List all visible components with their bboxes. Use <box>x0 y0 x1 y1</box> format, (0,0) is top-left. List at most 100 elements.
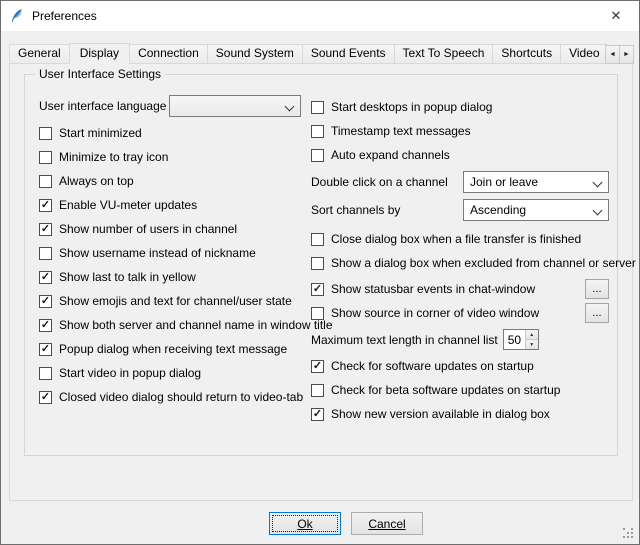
checkbox-enable-vu-meter[interactable]: Enable VU-meter updates <box>39 197 301 213</box>
checkbox-icon <box>311 101 324 114</box>
checkbox-icon <box>311 125 324 138</box>
tab-bar: General Display Connection Sound System … <box>9 43 607 64</box>
checkbox-icon <box>39 199 52 212</box>
dropdown-value: Ascending <box>470 203 526 217</box>
checkbox-server-channel-in-title[interactable]: Show both server and channel name in win… <box>39 317 301 333</box>
checkbox-label: Check for beta software updates on start… <box>331 383 560 397</box>
tab-text-to-speech[interactable]: Text To Speech <box>394 44 494 63</box>
checkbox-show-statusbar-events[interactable]: Show statusbar events in chat-window <box>311 281 535 297</box>
max-text-length-input[interactable]: 50 ▲ ▼ <box>503 329 539 350</box>
cancel-button[interactable]: Cancel <box>351 512 423 535</box>
checkbox-icon <box>39 127 52 140</box>
language-dropdown[interactable] <box>169 95 301 117</box>
checkbox-start-desktops-popup[interactable]: Start desktops in popup dialog <box>311 99 609 115</box>
checkbox-closed-video-return[interactable]: Closed video dialog should return to vid… <box>39 389 301 405</box>
spinbox-value: 50 <box>504 330 525 349</box>
checkbox-icon <box>39 319 52 332</box>
statusbar-events-config-button[interactable]: ... <box>585 279 609 299</box>
tab-video[interactable]: Video <box>560 44 607 63</box>
tab-general[interactable]: General <box>9 44 70 63</box>
tab-display[interactable]: Display <box>69 43 130 64</box>
checkbox-last-to-talk-yellow[interactable]: Show last to talk in yellow <box>39 269 301 285</box>
checkbox-icon <box>39 223 52 236</box>
chevron-down-icon <box>593 178 603 188</box>
checkbox-icon <box>39 271 52 284</box>
checkbox-label: Show last to talk in yellow <box>59 270 196 284</box>
checkbox-check-beta-updates[interactable]: Check for beta software updates on start… <box>311 382 609 398</box>
double-click-dropdown[interactable]: Join or leave <box>463 171 609 193</box>
sort-channels-dropdown[interactable]: Ascending <box>463 199 609 221</box>
checkbox-icon <box>311 233 324 246</box>
checkbox-label: Popup dialog when receiving text message <box>59 342 287 356</box>
tab-scroll-buttons: ◄ ► <box>605 45 634 64</box>
checkbox-start-minimized[interactable]: Start minimized <box>39 125 301 141</box>
spinbox-arrows: ▲ ▼ <box>525 330 538 349</box>
tab-scroll-left-button[interactable]: ◄ <box>605 45 620 64</box>
close-icon: ✕ <box>611 8 622 24</box>
checkbox-timestamp-messages[interactable]: Timestamp text messages <box>311 123 609 139</box>
scroll-right-icon: ► <box>623 51 630 58</box>
sort-channels-row: Sort channels by Ascending <box>311 199 609 221</box>
statusbar-events-row: Show statusbar events in chat-window ... <box>311 279 609 299</box>
video-source-config-button[interactable]: ... <box>585 303 609 323</box>
tab-scroll-right-button[interactable]: ► <box>619 45 634 64</box>
checkbox-icon <box>311 408 324 421</box>
checkbox-show-user-count[interactable]: Show number of users in channel <box>39 221 301 237</box>
checkbox-label: Show number of users in channel <box>59 222 237 236</box>
ok-button[interactable]: Ok <box>269 512 341 535</box>
scroll-left-icon: ◄ <box>609 51 616 58</box>
close-button[interactable]: ✕ <box>593 1 639 31</box>
checkbox-icon <box>311 360 324 373</box>
checkbox-show-video-source[interactable]: Show source in corner of video window <box>311 305 539 321</box>
display-tab-pane: User Interface Settings User interface l… <box>9 63 633 501</box>
checkbox-icon <box>39 343 52 356</box>
spin-down-icon: ▼ <box>526 342 538 348</box>
checkbox-auto-expand-channels[interactable]: Auto expand channels <box>311 147 609 163</box>
checkbox-dialog-when-excluded[interactable]: Show a dialog box when excluded from cha… <box>311 255 609 271</box>
checkbox-icon <box>39 151 52 164</box>
checkbox-label: Start minimized <box>59 126 142 140</box>
checkbox-icon <box>311 257 324 270</box>
checkbox-always-on-top[interactable]: Always on top <box>39 173 301 189</box>
checkbox-show-emojis[interactable]: Show emojis and text for channel/user st… <box>39 293 301 309</box>
checkbox-start-video-popup[interactable]: Start video in popup dialog <box>39 365 301 381</box>
checkbox-label: Show emojis and text for channel/user st… <box>59 294 292 308</box>
checkbox-check-updates[interactable]: Check for software updates on startup <box>311 358 609 374</box>
preferences-dialog: Preferences ✕ General Display Connection… <box>0 0 640 545</box>
spin-down-button[interactable]: ▼ <box>526 339 538 349</box>
checkbox-show-username[interactable]: Show username instead of nickname <box>39 245 301 261</box>
checkbox-label: Enable VU-meter updates <box>59 198 197 212</box>
tab-shortcuts[interactable]: Shortcuts <box>492 44 561 63</box>
title-bar[interactable]: Preferences ✕ <box>1 1 639 31</box>
checkbox-label: Always on top <box>59 174 134 188</box>
window-title: Preferences <box>32 9 97 23</box>
double-click-label: Double click on a channel <box>311 175 448 189</box>
checkbox-label: Show source in corner of video window <box>331 306 539 320</box>
app-icon <box>9 8 25 24</box>
checkbox-label: Check for software updates on startup <box>331 359 534 373</box>
checkbox-label: Timestamp text messages <box>331 124 471 138</box>
tab-sound-system[interactable]: Sound System <box>207 44 303 63</box>
checkbox-show-new-version[interactable]: Show new version available in dialog box <box>311 406 609 422</box>
checkbox-icon <box>39 367 52 380</box>
tab-sound-events[interactable]: Sound Events <box>302 44 395 63</box>
dropdown-value: Join or leave <box>470 175 538 189</box>
checkbox-label: Close dialog box when a file transfer is… <box>331 232 581 246</box>
checkbox-label: Auto expand channels <box>331 148 450 162</box>
video-source-row: Show source in corner of video window ..… <box>311 303 609 323</box>
language-row: User interface language <box>39 95 301 117</box>
checkbox-label: Show a dialog box when excluded from cha… <box>331 256 636 270</box>
user-interface-settings-group: User Interface Settings User interface l… <box>24 74 618 456</box>
chevron-down-icon <box>593 206 603 216</box>
checkbox-label: Show statusbar events in chat-window <box>331 282 535 296</box>
spin-up-button[interactable]: ▲ <box>526 330 538 339</box>
checkbox-icon <box>311 307 324 320</box>
tab-connection[interactable]: Connection <box>129 44 208 63</box>
checkbox-icon <box>39 247 52 260</box>
checkbox-minimize-to-tray[interactable]: Minimize to tray icon <box>39 149 301 165</box>
resize-grip[interactable] <box>623 528 635 540</box>
checkbox-popup-text-message[interactable]: Popup dialog when receiving text message <box>39 341 301 357</box>
checkbox-icon <box>311 283 324 296</box>
left-column: User interface language Start minimized … <box>39 95 301 413</box>
checkbox-close-dialog-file-transfer[interactable]: Close dialog box when a file transfer is… <box>311 231 609 247</box>
